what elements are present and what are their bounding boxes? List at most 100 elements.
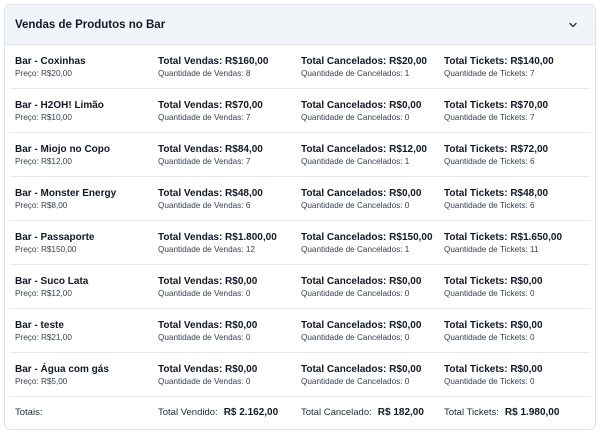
panel-header[interactable]: Vendas de Produtos no Bar [5,5,595,45]
cancel-total: Total Cancelados: R$0,00 [301,319,422,331]
product-row: Bar - Passaporte Preço: R$150,00 Total V… [10,221,590,265]
tickets-quantity: Quantidade de Tickets: 6 [444,156,535,166]
cancel-info: Total Cancelados: R$0,00 Quantidade de C… [296,319,439,343]
sales-total: Total Vendas: R$160,00 [158,55,269,67]
total-tickets-value: R$ 1.980,00 [504,406,560,418]
total-tickets-label: Total Tickets: [444,406,499,418]
cancel-info: Total Cancelados: R$0,00 Quantidade de C… [296,99,439,123]
tickets-info: Total Tickets: R$70,00 Quantidade de Tic… [439,99,589,123]
sales-info: Total Vendas: R$0,00 Quantidade de Venda… [153,319,296,343]
product-info: Bar - Água com gás Preço: R$5,00 [10,363,153,387]
tickets-quantity: Quantidade de Tickets: 0 [444,332,535,342]
product-row: Bar - Suco Lata Preço: R$12,00 Total Ven… [10,265,590,309]
sales-quantity: Quantidade de Vendas: 0 [158,376,251,386]
sales-quantity: Quantidade de Vendas: 6 [158,200,251,210]
product-name: Bar - Miojo no Copo [15,143,110,155]
product-name: Bar - Coxinhas [15,55,86,67]
tickets-total: Total Tickets: R$0,00 [444,275,543,287]
product-name: Bar - Passaporte [15,231,95,243]
product-name: Bar - Monster Energy [15,187,117,199]
bar-sales-panel: Vendas de Produtos no Bar Bar - Coxinhas… [4,4,596,430]
sales-quantity: Quantidade de Vendas: 0 [158,288,251,298]
totals-row: Totais: Total Vendido: R$ 2.162,00 Total… [10,397,590,427]
product-info: Bar - H2OH! Limão Preço: R$10,00 [10,99,153,123]
cancel-total: Total Cancelados: R$0,00 [301,363,422,375]
total-cancelled-value: R$ 182,00 [377,406,424,418]
sales-quantity: Quantidade de Vendas: 7 [158,156,251,166]
total-sold-label: Total Vendido: [158,406,218,418]
product-name: Bar - Água com gás [15,363,109,375]
cancel-info: Total Cancelados: R$150,00 Quantidade de… [296,231,439,255]
sales-total: Total Vendas: R$0,00 [158,363,258,375]
product-price: Preço: R$8,00 [15,200,68,210]
sales-info: Total Vendas: R$160,00 Quantidade de Ven… [153,55,296,79]
product-price: Preço: R$150,00 [15,244,77,254]
product-row: Bar - Miojo no Copo Preço: R$12,00 Total… [10,133,590,177]
product-list: Bar - Coxinhas Preço: R$20,00 Total Vend… [5,45,595,427]
tickets-total: Total Tickets: R$0,00 [444,363,543,375]
tickets-quantity: Quantidade de Tickets: 6 [444,200,535,210]
sales-total: Total Vendas: R$84,00 [158,143,263,155]
total-sold-cell: Total Vendido: R$ 2.162,00 [153,407,296,418]
sales-total: Total Vendas: R$0,00 [158,319,258,331]
sales-total: Total Vendas: R$70,00 [158,99,263,111]
cancel-info: Total Cancelados: R$0,00 Quantidade de C… [296,187,439,211]
tickets-total: Total Tickets: R$140,00 [444,55,554,67]
cancel-info: Total Cancelados: R$12,00 Quantidade de … [296,143,439,167]
product-info: Bar - Passaporte Preço: R$150,00 [10,231,153,255]
product-row: Bar - Monster Energy Preço: R$8,00 Total… [10,177,590,221]
product-name: Bar - H2OH! Limão [15,99,104,111]
cancel-quantity: Quantidade de Cancelados: 0 [301,332,410,342]
cancel-total: Total Cancelados: R$0,00 [301,275,422,287]
product-price: Preço: R$12,00 [15,156,72,166]
sales-info: Total Vendas: R$70,00 Quantidade de Vend… [153,99,296,123]
product-row: Bar - Coxinhas Preço: R$20,00 Total Vend… [10,45,590,89]
cancel-quantity: Quantidade de Cancelados: 0 [301,200,410,210]
cancel-quantity: Quantidade de Cancelados: 1 [301,156,410,166]
sales-info: Total Vendas: R$84,00 Quantidade de Vend… [153,143,296,167]
sales-quantity: Quantidade de Vendas: 12 [158,244,255,254]
cancel-info: Total Cancelados: R$0,00 Quantidade de C… [296,275,439,299]
product-price: Preço: R$20,00 [15,68,72,78]
product-price: Preço: R$5,00 [15,376,68,386]
tickets-info: Total Tickets: R$72,00 Quantidade de Tic… [439,143,589,167]
total-tickets-cell: Total Tickets: R$ 1.980,00 [439,407,589,418]
product-info: Bar - teste Preço: R$21,00 [10,319,153,343]
product-row: Bar - H2OH! Limão Preço: R$10,00 Total V… [10,89,590,133]
tickets-info: Total Tickets: R$140,00 Quantidade de Ti… [439,55,589,79]
tickets-info: Total Tickets: R$0,00 Quantidade de Tick… [439,319,589,343]
cancel-quantity: Quantidade de Cancelados: 1 [301,68,410,78]
product-row: Bar - teste Preço: R$21,00 Total Vendas:… [10,309,590,353]
tickets-quantity: Quantidade de Tickets: 0 [444,376,535,386]
product-info: Bar - Suco Lata Preço: R$12,00 [10,275,153,299]
cancel-quantity: Quantidade de Cancelados: 0 [301,112,410,122]
sales-quantity: Quantidade de Vendas: 8 [158,68,251,78]
tickets-quantity: Quantidade de Tickets: 0 [444,288,535,298]
cancel-total: Total Cancelados: R$0,00 [301,187,422,199]
sales-total: Total Vendas: R$48,00 [158,187,263,199]
tickets-quantity: Quantidade de Tickets: 7 [444,68,535,78]
cancel-quantity: Quantidade de Cancelados: 0 [301,376,410,386]
tickets-total: Total Tickets: R$48,00 [444,187,549,199]
product-name: Bar - teste [15,319,64,331]
cancel-info: Total Cancelados: R$20,00 Quantidade de … [296,55,439,79]
sales-quantity: Quantidade de Vendas: 7 [158,112,251,122]
product-name: Bar - Suco Lata [15,275,89,287]
sales-total: Total Vendas: R$1.800,00 [158,231,277,243]
tickets-total: Total Tickets: R$72,00 [444,143,549,155]
totals-label-cell: Totais: [10,407,153,418]
cancel-total: Total Cancelados: R$12,00 [301,143,427,155]
sales-quantity: Quantidade de Vendas: 0 [158,332,251,342]
product-row: Bar - Água com gás Preço: R$5,00 Total V… [10,353,590,397]
cancel-quantity: Quantidade de Cancelados: 0 [301,288,410,298]
cancel-info: Total Cancelados: R$0,00 Quantidade de C… [296,363,439,387]
tickets-total: Total Tickets: R$0,00 [444,319,543,331]
totals-label: Totais: [15,406,43,418]
chevron-down-icon[interactable] [565,17,581,33]
cancel-total: Total Cancelados: R$20,00 [301,55,427,67]
cancel-total: Total Cancelados: R$0,00 [301,99,422,111]
tickets-quantity: Quantidade de Tickets: 11 [444,244,539,254]
panel-title: Vendas de Produtos no Bar [15,18,166,31]
tickets-info: Total Tickets: R$1.650,00 Quantidade de … [439,231,589,255]
cancel-quantity: Quantidade de Cancelados: 1 [301,244,410,254]
